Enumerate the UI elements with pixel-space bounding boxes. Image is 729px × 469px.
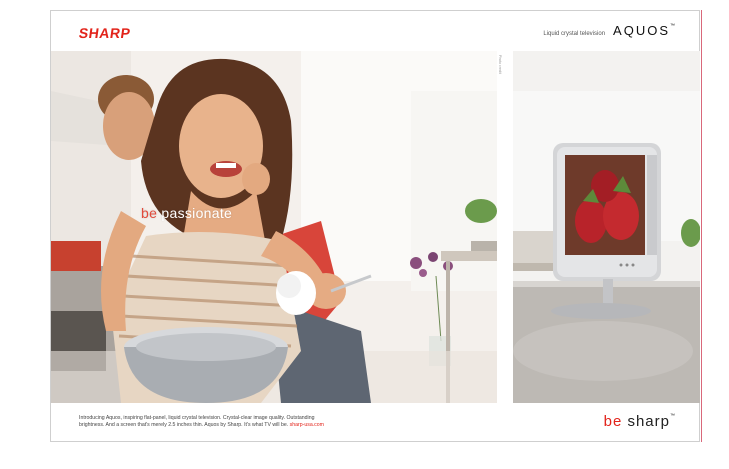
headline: be passionate [141,205,232,221]
body-copy-line-2-text: brightness. And a screen that's merely 2… [79,422,289,428]
headline-word: passionate [161,205,233,221]
slogan-word: sharp [627,413,670,430]
be-sharp-slogan: be sharp™ [604,413,675,430]
couple-kitchen-illustration [51,51,497,403]
slogan-trademark: ™ [670,413,675,419]
body-copy-line-2: brightness. And a screen that's merely 2… [79,422,419,429]
ad-page: SHARP Liquid crystal television AQUOS™ b… [50,10,700,442]
page-edge-line [701,10,702,442]
header-tagline: Liquid crystal television [543,31,606,37]
website-link[interactable]: sharp-usa.com [290,422,324,428]
trademark-mark: ™ [670,23,675,29]
product-photo [513,51,700,403]
photo-credit: Photo credit [498,55,502,74]
lifestyle-photo: be passionate [51,51,497,403]
body-copy-line-1: Introducing Aquos, inspiring flat-panel,… [79,415,315,421]
aquos-logo: AQUOS™ [613,23,675,38]
aquos-wordmark: AQUOS [613,23,670,38]
aquos-tv-illustration [513,51,700,403]
header-product-lockup: Liquid crystal television AQUOS™ [543,23,675,38]
body-copy: Introducing Aquos, inspiring flat-panel,… [79,415,419,429]
headline-accent: be [141,205,158,221]
sharp-logo: SHARP [77,25,132,41]
slogan-accent: be [603,413,623,430]
